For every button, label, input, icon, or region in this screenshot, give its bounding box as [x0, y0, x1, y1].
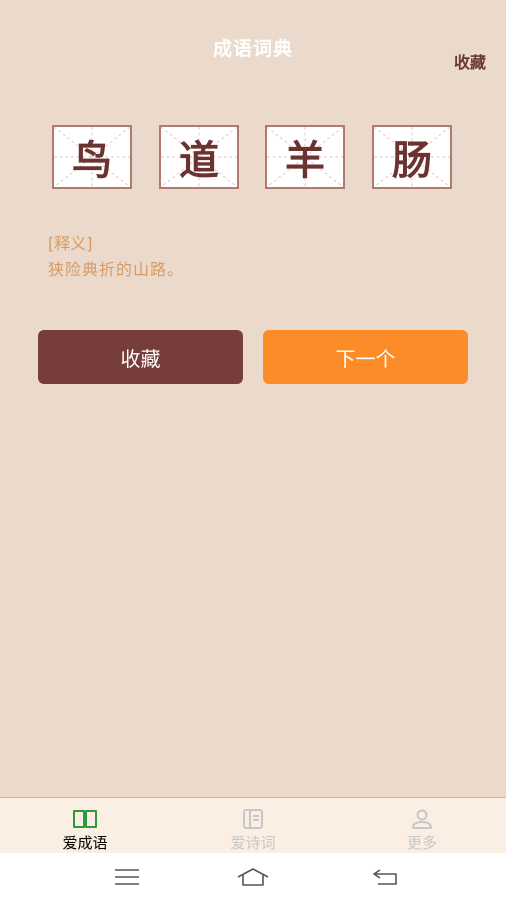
- person-icon: [412, 809, 432, 829]
- home-icon: [237, 868, 269, 886]
- favorite-button[interactable]: 收藏: [38, 330, 243, 384]
- next-button[interactable]: 下一个: [263, 330, 468, 384]
- meaning-text: 狭险典折的山路。: [48, 260, 185, 279]
- tab-label: 爱成语: [62, 834, 108, 852]
- tab-idioms[interactable]: 爱成语: [25, 798, 145, 854]
- menu-button[interactable]: [107, 863, 147, 891]
- character-cell: 道: [159, 125, 239, 189]
- header: 成语词典 收藏: [0, 0, 506, 90]
- character-cell: 肠: [372, 125, 452, 189]
- idiom-characters: 鸟 道 羊 肠: [0, 125, 506, 189]
- menu-icon: [115, 869, 139, 885]
- page-title: 成语词典: [212, 38, 293, 60]
- back-button[interactable]: [366, 863, 406, 891]
- tab-more[interactable]: 更多: [362, 798, 482, 854]
- idiom-char-1: 鸟: [72, 138, 112, 184]
- meaning-label: [释义]: [48, 234, 93, 253]
- open-book-icon: [73, 810, 97, 828]
- tab-label: 爱诗词: [230, 834, 276, 852]
- system-navigation-bar: [0, 853, 506, 900]
- home-button[interactable]: [233, 863, 273, 891]
- tab-poems[interactable]: 爱诗词: [193, 798, 313, 854]
- favorites-link[interactable]: 收藏: [454, 49, 486, 73]
- idiom-char-3: 羊: [285, 138, 325, 184]
- notebook-icon: [243, 809, 263, 829]
- bottom-tab-bar: 爱成语 爱诗词 更多: [0, 797, 506, 853]
- tab-label: 更多: [406, 834, 437, 852]
- character-cell: 羊: [265, 125, 345, 189]
- app-screen: 成语词典 收藏 鸟 道 羊 肠 [释义] 狭险典折的山路。 收藏 下一个 爱成语…: [0, 0, 506, 900]
- character-cell: 鸟: [52, 125, 132, 189]
- back-icon: [373, 869, 397, 885]
- idiom-char-4: 肠: [392, 138, 432, 184]
- idiom-char-2: 道: [179, 138, 219, 184]
